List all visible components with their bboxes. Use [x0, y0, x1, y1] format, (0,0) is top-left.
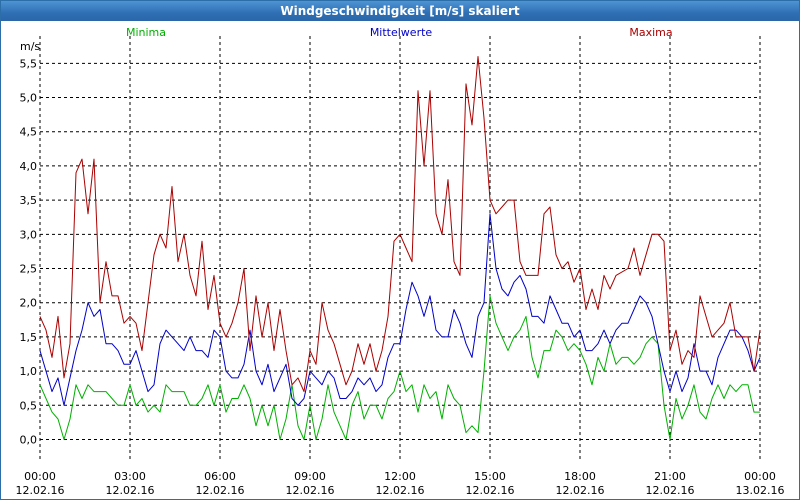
x-tick-time-label: 18:00 — [564, 470, 596, 483]
y-tick-label: 3,5 — [20, 194, 38, 207]
y-tick-label: 2,0 — [20, 297, 38, 310]
x-tick-date-label: 12.02.16 — [376, 484, 425, 497]
x-tick-date-label: 12.02.16 — [556, 484, 605, 497]
x-tick-time-label: 21:00 — [654, 470, 686, 483]
x-tick-date-label: 12.02.16 — [16, 484, 65, 497]
y-tick-label: 0,5 — [20, 399, 38, 412]
x-tick-date-label: 12.02.16 — [286, 484, 335, 497]
x-tick-date-label: 12.02.16 — [196, 484, 245, 497]
y-tick-label: 5,0 — [20, 92, 38, 105]
x-tick-date-label: 13.02.16 — [736, 484, 785, 497]
y-tick-label: 4,0 — [20, 160, 38, 173]
x-tick-date-label: 12.02.16 — [106, 484, 155, 497]
y-tick-label: 2,5 — [20, 263, 38, 276]
x-tick-time-label: 00:00 — [24, 470, 56, 483]
y-tick-label: 0,0 — [20, 433, 38, 446]
x-tick-date-label: 12.02.16 — [466, 484, 515, 497]
y-tick-label: 1,5 — [20, 331, 38, 344]
x-tick-time-label: 09:00 — [294, 470, 326, 483]
x-tick-time-label: 15:00 — [474, 470, 506, 483]
x-tick-date-label: 12.02.16 — [646, 484, 695, 497]
y-tick-label: 3,0 — [20, 228, 38, 241]
x-tick-time-label: 00:00 — [744, 470, 776, 483]
y-tick-label: 1,0 — [20, 365, 38, 378]
x-tick-time-label: 12:00 — [384, 470, 416, 483]
legend-label-maxima: Maxima — [629, 26, 672, 39]
x-tick-time-label: 03:00 — [114, 470, 146, 483]
x-tick-time-label: 06:00 — [204, 470, 236, 483]
y-axis-label: m/s — [20, 40, 40, 53]
legend-label-mittelwerte: Mittelwerte — [370, 26, 433, 39]
y-tick-label: 5,5 — [20, 57, 38, 70]
wind-speed-chart: 0,0 0,5 1,0 1,5 2,0 2,5 3,0 3,5 4,0 4,5 5,0 5,5 00:0… — [16, 26, 785, 497]
legend: Minima Mittelwerte Maxima — [126, 26, 673, 39]
grid — [39, 36, 761, 460]
y-tick-label: 4,5 — [20, 126, 38, 139]
legend-label-minima: Minima — [126, 26, 166, 39]
